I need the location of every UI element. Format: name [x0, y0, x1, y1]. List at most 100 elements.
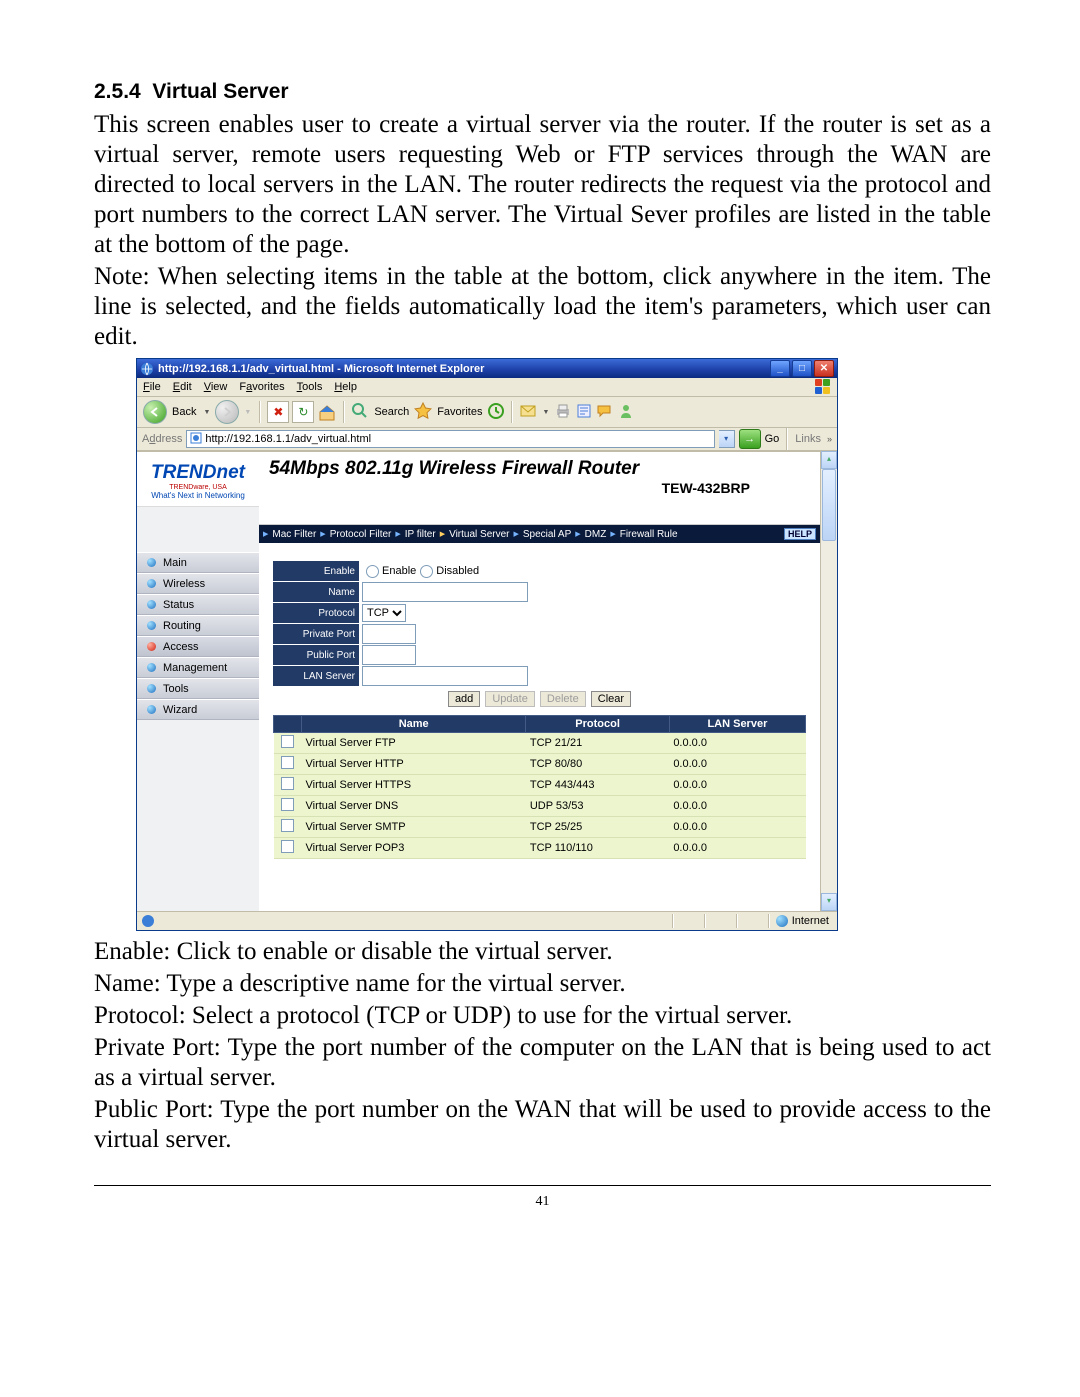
print-icon[interactable] [554, 402, 572, 423]
links-label[interactable]: Links [795, 433, 821, 445]
tab-mac-filter[interactable]: Mac Filter [272, 529, 316, 540]
bullet-icon [147, 705, 156, 714]
mail-dropdown-icon[interactable]: ▼ [542, 409, 549, 416]
menu-favorites[interactable]: Favorites [239, 381, 284, 393]
virtual-server-table: Name Protocol LAN Server Virtual Server … [273, 715, 806, 859]
window-minimize-button[interactable]: _ [770, 360, 790, 377]
table-row[interactable]: Virtual Server DNSUDP 53/530.0.0.0 [274, 796, 806, 817]
enable-radio-enable[interactable] [366, 565, 379, 578]
tab-virtual-server[interactable]: Virtual Server [449, 529, 509, 540]
window-close-button[interactable]: ✕ [814, 360, 834, 377]
vertical-scrollbar[interactable]: ▴ ▾ [820, 451, 837, 911]
row-checkbox[interactable] [281, 840, 294, 853]
window-maximize-button[interactable]: □ [792, 360, 812, 377]
row-checkbox[interactable] [281, 756, 294, 769]
scroll-down-button[interactable]: ▾ [821, 893, 837, 911]
add-button[interactable]: add [448, 691, 480, 707]
search-label[interactable]: Search [374, 406, 409, 418]
public-port-input[interactable] [362, 645, 416, 665]
status-zone: Internet [792, 915, 829, 927]
mail-icon[interactable] [519, 402, 537, 423]
tab-marker-icon: ▶ [263, 530, 268, 538]
table-row[interactable]: Virtual Server HTTPSTCP 443/4430.0.0.0 [274, 775, 806, 796]
tab-ip-filter[interactable]: IP filter [405, 529, 436, 540]
forward-dropdown-icon[interactable]: ▼ [244, 409, 251, 416]
tab-marker-icon: ▶ [514, 530, 519, 538]
sidebar-item-management[interactable]: Management [137, 657, 259, 678]
links-chevron-icon[interactable]: » [827, 434, 832, 444]
favorites-label[interactable]: Favorites [437, 406, 482, 418]
body-para-6: Private Port: Type the port number of th… [94, 1033, 991, 1093]
scroll-thumb[interactable] [822, 469, 836, 541]
menu-view[interactable]: View [204, 381, 228, 393]
refresh-button[interactable]: ↻ [292, 401, 314, 423]
address-input[interactable]: http://192.168.1.1/adv_virtual.html [186, 430, 714, 448]
page-icon [190, 432, 202, 447]
lan-server-label: LAN Server [273, 666, 359, 686]
history-icon[interactable] [487, 402, 505, 423]
table-row[interactable]: Virtual Server SMTPTCP 25/250.0.0.0 [274, 817, 806, 838]
body-para-4: Name: Type a descriptive name for the vi… [94, 969, 991, 999]
row-checkbox[interactable] [281, 819, 294, 832]
menu-help[interactable]: Help [334, 381, 357, 393]
help-button[interactable]: HELP [784, 528, 816, 540]
protocol-label: Protocol [273, 603, 359, 623]
table-row[interactable]: Virtual Server FTPTCP 21/210.0.0.0 [274, 733, 806, 754]
table-row[interactable]: Virtual Server POP3TCP 110/1100.0.0.0 [274, 838, 806, 859]
window-titlebar[interactable]: http://192.168.1.1/adv_virtual.html - Mi… [137, 359, 837, 378]
clear-button[interactable]: Clear [591, 691, 631, 707]
table-row[interactable]: Virtual Server HTTPTCP 80/800.0.0.0 [274, 754, 806, 775]
name-input[interactable] [362, 582, 528, 602]
go-button[interactable]: → [739, 429, 761, 449]
back-label: Back [172, 406, 196, 418]
public-port-label: Public Port [273, 645, 359, 665]
tab-dmz[interactable]: DMZ [585, 529, 607, 540]
ie-window: http://192.168.1.1/adv_virtual.html - Mi… [136, 358, 838, 931]
menu-edit[interactable]: Edit [173, 381, 192, 393]
update-button[interactable]: Update [485, 691, 534, 707]
address-label: Address [142, 433, 182, 445]
search-icon[interactable] [351, 402, 369, 423]
delete-button[interactable]: Delete [540, 691, 586, 707]
stop-button[interactable]: ✖ [267, 401, 289, 423]
discuss-icon[interactable] [596, 402, 614, 423]
sidebar-item-access[interactable]: Access [137, 636, 259, 657]
tab-special-ap[interactable]: Special AP [523, 529, 571, 540]
back-button[interactable] [143, 400, 167, 424]
go-label[interactable]: Go [765, 433, 780, 445]
sidebar-item-tools[interactable]: Tools [137, 678, 259, 699]
enable-radio-disabled[interactable] [420, 565, 433, 578]
menu-tools[interactable]: Tools [297, 381, 323, 393]
scroll-up-button[interactable]: ▴ [821, 451, 837, 469]
tab-protocol-filter[interactable]: Protocol Filter [330, 529, 392, 540]
sidebar-item-routing[interactable]: Routing [137, 615, 259, 636]
back-dropdown-icon[interactable]: ▼ [203, 409, 210, 416]
edit-icon[interactable] [575, 402, 593, 423]
tab-firewall-rule[interactable]: Firewall Rule [620, 529, 678, 540]
messenger-icon[interactable] [617, 402, 635, 423]
row-checkbox[interactable] [281, 777, 294, 790]
page-banner: 54Mbps 802.11g Wireless Firewall Router … [259, 452, 820, 525]
th-protocol: Protocol [526, 716, 669, 733]
tab-marker-icon: ▶ [575, 530, 580, 538]
bullet-icon [147, 621, 156, 630]
private-port-input[interactable] [362, 624, 416, 644]
sidebar-item-status[interactable]: Status [137, 594, 259, 615]
sidebar-item-wireless[interactable]: Wireless [137, 573, 259, 594]
forward-button[interactable] [215, 400, 239, 424]
toolbar: Back ▼ ▼ ✖ ↻ Search Favorites ▼ [137, 397, 837, 428]
th-lan: LAN Server [669, 716, 805, 733]
sidebar-item-main[interactable]: Main [137, 552, 259, 573]
favorites-icon[interactable] [414, 402, 432, 423]
address-dropdown-icon[interactable]: ▾ [719, 430, 735, 448]
protocol-select[interactable]: TCP [362, 604, 406, 622]
home-button[interactable] [317, 402, 337, 422]
menu-bar: File Edit View Favorites Tools Help [137, 378, 837, 397]
row-checkbox[interactable] [281, 735, 294, 748]
sidebar-item-wizard[interactable]: Wizard [137, 699, 259, 720]
lan-server-input[interactable] [362, 666, 528, 686]
body-para-1: This screen enables user to create a vir… [94, 110, 991, 260]
status-ie-icon [141, 914, 155, 928]
row-checkbox[interactable] [281, 798, 294, 811]
menu-file[interactable]: File [143, 381, 161, 393]
